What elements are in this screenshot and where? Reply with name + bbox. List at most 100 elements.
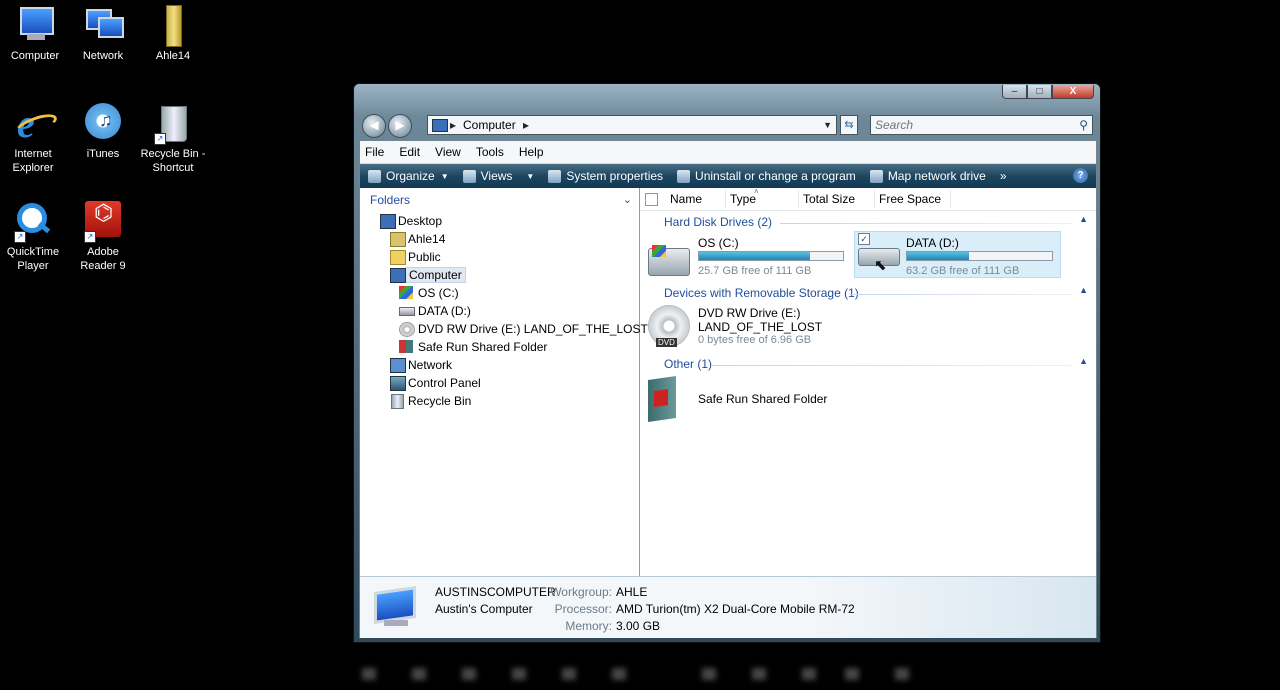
- tree-item-control-panel[interactable]: Control Panel: [360, 374, 639, 392]
- tree-item-network[interactable]: Network: [360, 356, 639, 374]
- group-removable-storage[interactable]: Devices with Removable Storage (1): [664, 286, 859, 300]
- refresh-button[interactable]: ⇆: [840, 115, 858, 135]
- tree-item-computer[interactable]: Computer: [360, 266, 639, 284]
- control-panel-icon: [390, 376, 406, 391]
- tree-item-desktop[interactable]: Desktop: [360, 212, 639, 230]
- blurred-icon: [362, 668, 376, 680]
- desktop-icon-quicktime[interactable]: ↗ QuickTime Player: [0, 201, 68, 273]
- organize-button[interactable]: Organize ▼: [368, 169, 449, 183]
- help-button[interactable]: ?: [1073, 168, 1088, 183]
- drive-name: OS (C:): [698, 236, 739, 250]
- select-all-checkbox[interactable]: [645, 192, 658, 206]
- adobe-reader-icon: ⌬ ↗: [82, 201, 124, 243]
- column-type[interactable]: Type ˄: [726, 187, 799, 208]
- menu-view[interactable]: View: [435, 145, 461, 159]
- uninstall-label: Uninstall or change a program: [695, 169, 856, 183]
- collapse-icon[interactable]: ▲: [1079, 356, 1088, 366]
- desktop-icon-network[interactable]: Network: [68, 5, 138, 63]
- tree-item-public[interactable]: Public: [360, 248, 639, 266]
- menu-tools[interactable]: Tools: [476, 145, 504, 159]
- menu-help[interactable]: Help: [519, 145, 544, 159]
- tree-item-label: DATA (D:): [418, 304, 471, 318]
- desktop-icon-ahle14[interactable]: Ahle14: [138, 5, 208, 63]
- navigation-bar: ◀ ▶ ▸ Computer ▸ ▼ ⇆ ⚲: [360, 112, 1094, 138]
- uninstall-program-button[interactable]: Uninstall or change a program: [677, 169, 856, 183]
- drive-dvd-e[interactable]: DVD DVD RW Drive (E:) LAND_OF_THE_LOST 0…: [648, 305, 848, 353]
- desktop-icon-label: Internet: [14, 148, 52, 160]
- group-other[interactable]: Other (1): [664, 357, 712, 371]
- menu-file[interactable]: File: [365, 145, 384, 159]
- minimize-button[interactable]: –: [1002, 85, 1027, 99]
- views-button[interactable]: Views ▼: [462, 169, 534, 183]
- drive-volume-label: LAND_OF_THE_LOST: [698, 320, 823, 334]
- recycle-bin-icon: [391, 394, 404, 409]
- group-hard-disk-drives[interactable]: Hard Disk Drives (2): [664, 215, 772, 229]
- drive-name: DATA (D:): [906, 236, 959, 250]
- tree-item-label: Ahle14: [408, 232, 446, 246]
- blurred-icon: [612, 668, 626, 680]
- breadcrumb-arrow-icon[interactable]: ▸: [523, 116, 529, 134]
- breadcrumb-arrow-icon[interactable]: ▸: [450, 116, 456, 134]
- drive-free-text: 63.2 GB free of 111 GB: [906, 265, 1020, 277]
- chevron-down-icon[interactable]: ⌄: [623, 188, 632, 212]
- address-dropdown-icon[interactable]: ▼: [823, 116, 832, 134]
- folders-header[interactable]: Folders ⌄: [360, 188, 639, 212]
- column-free-space[interactable]: Free Space: [875, 190, 951, 208]
- address-bar[interactable]: ▸ Computer ▸ ▼: [427, 115, 837, 135]
- tree-item-os-c[interactable]: OS (C:): [360, 284, 639, 302]
- search-icon[interactable]: ⚲: [1079, 118, 1088, 132]
- folder-safe-run[interactable]: Safe Run Shared Folder: [648, 376, 848, 424]
- forward-button[interactable]: ▶: [388, 114, 412, 138]
- tree-item-recycle-bin[interactable]: Recycle Bin: [360, 392, 639, 410]
- system-properties-button[interactable]: System properties: [548, 169, 663, 183]
- caption-buttons: – □ X: [1002, 85, 1094, 99]
- tree-item-label: Safe Run Shared Folder: [418, 340, 548, 354]
- desktop-icon-internet-explorer[interactable]: e Internet Explorer: [0, 103, 68, 175]
- drive-data-d[interactable]: ✓ DATA (D:) 63.2 GB free of 111 GB ⬉: [854, 231, 1061, 278]
- tree-item-data-d[interactable]: DATA (D:): [360, 302, 639, 320]
- mouse-cursor-icon: ⬉: [874, 257, 887, 274]
- desktop-icon-itunes[interactable]: ♫ iTunes: [68, 103, 138, 161]
- column-total-size[interactable]: Total Size: [799, 190, 875, 208]
- map-network-drive-button[interactable]: Map network drive: [869, 169, 986, 183]
- column-headers: Name Type ˄ Total Size Free Space: [640, 187, 1096, 211]
- folders-pane: Folders ⌄ Desktop Ahle14 Public Computer: [360, 188, 648, 576]
- address-breadcrumb[interactable]: Computer: [463, 116, 516, 134]
- drive-os-c[interactable]: OS (C:) 25.7 GB free of 111 GB: [646, 236, 846, 282]
- maximize-button[interactable]: □: [1027, 85, 1052, 99]
- column-type-label: Type: [730, 192, 757, 206]
- more-commands-button[interactable]: »: [1000, 169, 1007, 183]
- drive-usage-fill: [907, 252, 970, 260]
- back-arrow-icon: ◀: [369, 118, 379, 132]
- computer-description: Austin's Computer: [435, 602, 533, 616]
- blurred-icon: [702, 668, 716, 680]
- organize-icon: [368, 169, 381, 183]
- desktop-icon-label: Reader 9: [80, 260, 126, 272]
- desktop-icon-adobe-reader[interactable]: ⌬ ↗ Adobe Reader 9: [68, 201, 138, 273]
- close-button[interactable]: X: [1052, 85, 1094, 99]
- shield-icon: [654, 389, 668, 408]
- desktop-icon-label: Recycle Bin -: [140, 148, 206, 160]
- computer-name: AUSTINSCOMPUTER: [435, 585, 556, 599]
- item-checkbox[interactable]: ✓: [858, 233, 870, 245]
- desktop-icon: [380, 214, 396, 229]
- details-pane: AUSTINSCOMPUTER Austin's Computer Workgr…: [360, 576, 1096, 638]
- drive-free-text: 0 bytes free of 6.96 GB: [698, 334, 812, 346]
- column-name[interactable]: Name: [666, 190, 726, 208]
- organize-label: Organize: [386, 169, 435, 183]
- tree-item-safe-run[interactable]: Safe Run Shared Folder: [360, 338, 639, 356]
- back-button[interactable]: ◀: [362, 114, 386, 138]
- shared-folder-icon: [399, 340, 413, 353]
- desktop-icon-computer[interactable]: Computer: [0, 5, 70, 63]
- collapse-icon[interactable]: ▲: [1079, 285, 1088, 295]
- desktop-icon-label: Ahle14: [155, 50, 191, 62]
- tree-item-ahle14[interactable]: Ahle14: [360, 230, 639, 248]
- collapse-icon[interactable]: ▲: [1079, 214, 1088, 224]
- network-icon: [390, 358, 406, 373]
- desktop-icon-recycle-bin-shortcut[interactable]: ↗ Recycle Bin - Shortcut: [138, 103, 208, 175]
- menu-edit[interactable]: Edit: [399, 145, 420, 159]
- tree-item-dvd-e[interactable]: DVD RW Drive (E:) LAND_OF_THE_LOST: [360, 320, 648, 338]
- search-input[interactable]: [875, 118, 1065, 132]
- forward-arrow-icon: ▶: [395, 118, 405, 132]
- search-box[interactable]: ⚲: [870, 115, 1093, 135]
